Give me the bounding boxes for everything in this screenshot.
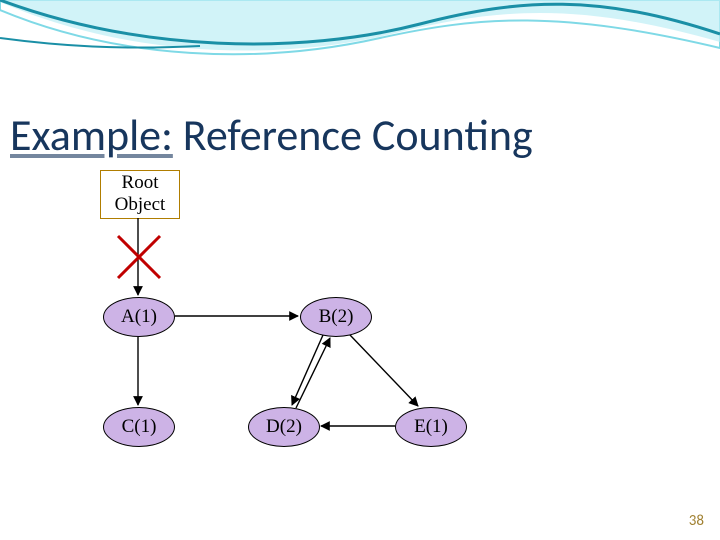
root-label-line1: Root (122, 172, 159, 193)
cross-icon (118, 236, 160, 278)
title-rest-part: Reference Counting (173, 108, 533, 162)
node-b: B(2) (300, 297, 372, 337)
header-wave-decoration (0, 0, 720, 540)
node-a-label: A(1) (121, 306, 157, 327)
node-d-label: D(2) (266, 416, 302, 437)
node-e-label: E(1) (414, 416, 448, 437)
node-b-label: B(2) (319, 306, 354, 327)
page-number: 38 (689, 512, 704, 530)
node-c-label: C(1) (122, 416, 157, 437)
title-underlined-part: Example: (10, 108, 173, 162)
node-d: D(2) (248, 407, 320, 447)
slide: { "title_underlined": "Example:", "title… (0, 0, 720, 540)
edge-b-e (350, 335, 418, 406)
slide-title: Example: Reference Counting (10, 108, 533, 162)
edge-b-d (292, 335, 323, 405)
root-object-box: Root Object (100, 170, 180, 219)
root-label-line2: Object (115, 194, 166, 215)
diagram-edges (0, 0, 720, 540)
edge-d-b (296, 338, 330, 408)
node-a: A(1) (103, 297, 175, 337)
node-e: E(1) (395, 407, 467, 447)
node-c: C(1) (103, 407, 175, 447)
